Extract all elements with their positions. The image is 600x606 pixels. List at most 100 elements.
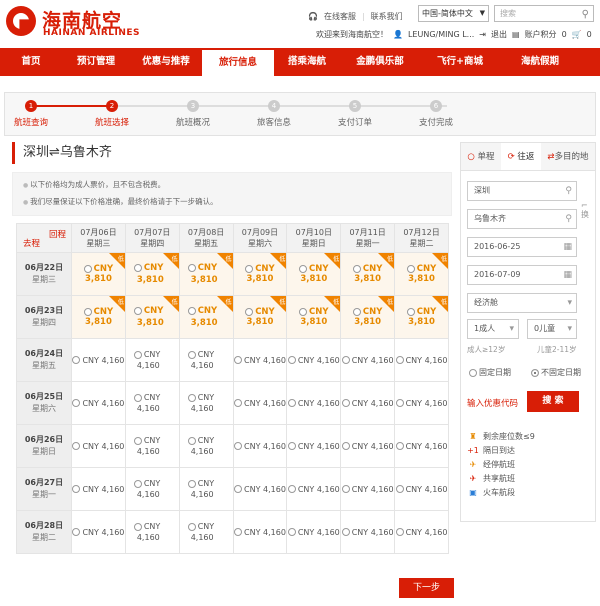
fare-cell[interactable]: CNY 4,160 [340, 467, 396, 511]
nav-booking[interactable]: 预订管理 [62, 48, 130, 76]
fare-cell[interactable]: CNY 4,160 [178, 338, 234, 382]
search-input[interactable]: 搜索 ⚲ [494, 5, 594, 22]
fare-cell[interactable]: 低 CNY 3,810 [394, 295, 449, 339]
nav-holiday[interactable]: 海航假期 [500, 48, 580, 76]
price: CNY 4,160 [351, 355, 394, 365]
note-item: 我们尽量保证以下价格准确，最终价格请于下一步确认。 [23, 194, 441, 211]
fare-cell[interactable]: CNY 4,160 [232, 510, 288, 554]
next-button[interactable]: 下一步 [399, 578, 454, 598]
nav-mall[interactable]: 飞行+商城 [420, 48, 500, 76]
language-select[interactable]: 中国-简体中文 ▼ [418, 5, 489, 22]
price: CNY 4,160 [297, 441, 340, 451]
cabin-select[interactable]: 经济舱 ▾ [467, 293, 577, 313]
nav-offers[interactable]: 优惠与推荐 [130, 48, 202, 76]
fare-cell[interactable]: CNY 4,160 [71, 424, 126, 468]
fare-cell[interactable]: CNY 4,160 [178, 510, 234, 554]
fare-cell[interactable]: 低 CNY 3,810 [178, 295, 234, 339]
fare-cell[interactable]: CNY 4,160 [394, 424, 449, 468]
fare-cell[interactable]: CNY 4,160 [286, 510, 342, 554]
fare-cell[interactable]: 低 CNY 3,810 [232, 295, 288, 339]
fare-cell[interactable]: 低 CNY 3,810 [394, 252, 449, 296]
fare-cell[interactable]: CNY 4,160 [394, 338, 449, 382]
depart-date-field[interactable]: 2016-06-25 ▦ [467, 237, 577, 257]
flexible-date-radio[interactable]: 不固定日期 [531, 367, 581, 378]
col-date: 07月12日 [403, 228, 440, 237]
fare-cell[interactable]: CNY 4,160 [232, 381, 288, 425]
adults-select[interactable]: 1成人 ▾ [467, 319, 519, 339]
low-fare-label: 低 [387, 256, 394, 263]
fare-cell[interactable]: CNY 4,160 [124, 424, 180, 468]
fare-cell[interactable]: CNY 4,160 [71, 467, 126, 511]
fare-cell[interactable]: CNY 4,160 [71, 510, 126, 554]
tab-roundtrip[interactable]: ⟳ 往返 [501, 143, 541, 170]
fare-cell[interactable]: CNY 4,160 [394, 467, 449, 511]
promo-code-link[interactable]: 输入优惠代码 [467, 397, 518, 409]
fare-cell[interactable]: CNY 4,160 [340, 381, 396, 425]
fare-cell[interactable]: 低 CNY 3,810 [340, 252, 396, 296]
points-label[interactable]: 账户积分 [525, 29, 557, 40]
fare-cell[interactable]: CNY 4,160 [286, 381, 342, 425]
fare-cell[interactable]: 低 CNY 3,810 [232, 252, 288, 296]
return-date-field[interactable]: 2016-07-09 ▦ [467, 265, 577, 285]
fare-radio [341, 442, 350, 450]
fare-cell[interactable]: CNY 4,160 [286, 467, 342, 511]
nav-travel-info[interactable]: 旅行信息 [202, 48, 274, 76]
fare-cell[interactable]: 低 CNY 3,810 [178, 252, 234, 296]
user-name-link[interactable]: LEUNG/MING L... [408, 30, 474, 39]
fare-cell[interactable]: CNY 4,160 [178, 467, 234, 511]
fare-cell[interactable]: 低 CNY 3,810 [71, 252, 126, 296]
depart-label: 去程 [23, 239, 41, 249]
fare-cell[interactable]: 低 CNY 3,810 [124, 295, 180, 339]
online-service-link[interactable]: 在线客服 [324, 11, 356, 22]
grid-row-header: 06月26日 星期日 [16, 424, 72, 468]
low-fare-tag: 低 [270, 253, 287, 269]
fare-cell[interactable]: CNY 4,160 [340, 510, 396, 554]
tab-label: 往返 [517, 152, 535, 162]
fare-cell[interactable]: CNY 4,160 [178, 424, 234, 468]
contact-link[interactable]: 联系我们 [371, 11, 403, 22]
fare-cell[interactable]: 低 CNY 3,810 [124, 252, 180, 296]
fare-cell[interactable]: CNY 4,160 [394, 381, 449, 425]
price-amount: 4,160 [136, 404, 160, 413]
logout-link[interactable]: 退出 [491, 29, 507, 40]
fixed-date-radio[interactable]: 固定日期 [469, 367, 511, 378]
fare-cell[interactable]: 低 CNY 3,810 [340, 295, 396, 339]
fare-cell[interactable]: CNY 4,160 [340, 338, 396, 382]
price-currency: CNY [143, 479, 161, 488]
fare-cell[interactable]: CNY 4,160 [71, 381, 126, 425]
col-weekday: 星期一 [355, 239, 380, 248]
from-field[interactable]: 深圳 ⚲ [467, 181, 577, 201]
fare-cell[interactable]: CNY 4,160 [124, 381, 180, 425]
fare-cell[interactable]: CNY 4,160 [286, 424, 342, 468]
to-field[interactable]: 乌鲁木齐 ⚲ [467, 209, 577, 229]
fare-cell[interactable]: CNY 4,160 [286, 338, 342, 382]
fare-cell[interactable]: CNY 4,160 [124, 467, 180, 511]
children-select[interactable]: 0儿童 ▾ [527, 319, 577, 339]
fare-radio [83, 307, 92, 316]
nav-flying[interactable]: 搭乘海航 [274, 48, 340, 76]
search-button[interactable]: 搜 索 [527, 391, 579, 412]
nav-club[interactable]: 金鹏俱乐部 [340, 48, 420, 76]
fare-cell[interactable]: CNY 4,160 [178, 381, 234, 425]
step-passenger: 4 旅客信息 [244, 95, 304, 128]
cart-icon[interactable]: 🛒 [572, 30, 582, 39]
fare-cell[interactable]: CNY 4,160 [232, 338, 288, 382]
fare-cell[interactable]: CNY 4,160 [71, 338, 126, 382]
swap-button[interactable]: ⌐ 换 [581, 201, 591, 219]
fare-cell[interactable]: 低 CNY 3,810 [286, 295, 342, 339]
fare-cell[interactable]: CNY 4,160 [394, 510, 449, 554]
price-amount: 4,160 [190, 361, 214, 370]
nav-home[interactable]: 首页 [0, 48, 62, 76]
fare-cell[interactable]: CNY 4,160 [232, 424, 288, 468]
fare-cell[interactable]: 低 CNY 3,810 [71, 295, 126, 339]
fare-cell[interactable]: CNY 4,160 [124, 510, 180, 554]
tab-multi[interactable]: ⇄多目的地 [541, 143, 595, 170]
fare-cell[interactable]: CNY 4,160 [340, 424, 396, 468]
search-icon[interactable]: ⚲ [582, 7, 589, 22]
fare-cell[interactable]: CNY 4,160 [124, 338, 180, 382]
fare-cell[interactable]: 低 CNY 3,810 [286, 252, 342, 296]
tab-oneway[interactable]: ○ 单程 [461, 143, 501, 170]
logo[interactable]: 海南航空 HAINAN AIRLINES [6, 4, 166, 40]
col-weekday: 星期五 [194, 239, 219, 248]
fare-cell[interactable]: CNY 4,160 [232, 467, 288, 511]
